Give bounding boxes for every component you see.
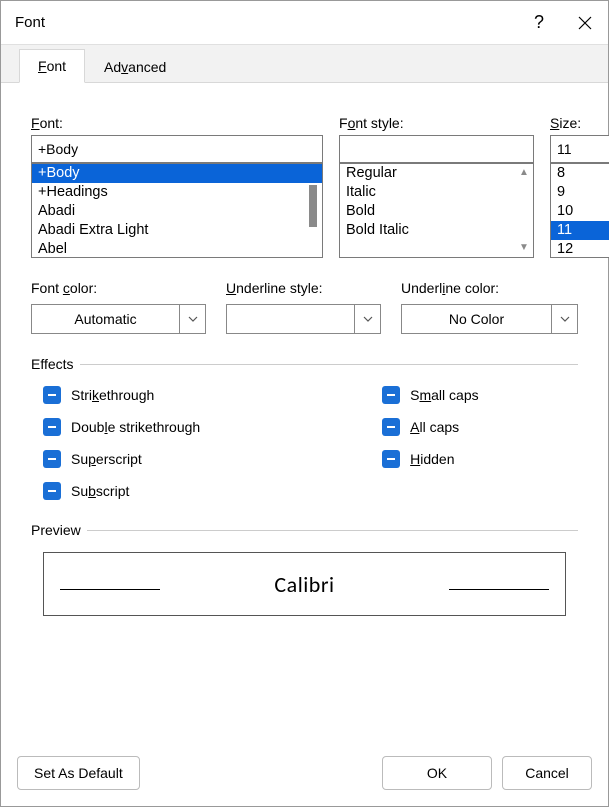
dialog-footer: Set As Default OK Cancel: [1, 744, 608, 806]
list-item[interactable]: Abadi Extra Light: [32, 221, 322, 240]
chevron-down-icon: [354, 305, 380, 333]
list-item[interactable]: +Headings: [32, 183, 322, 202]
underline-style-combo[interactable]: [226, 304, 381, 334]
checkbox-indeterminate-icon: [382, 418, 400, 436]
list-item[interactable]: +Body: [32, 164, 322, 183]
scrollbar-thumb[interactable]: [309, 185, 317, 227]
font-style-label: Font style:: [339, 115, 534, 131]
checkbox-indeterminate-icon: [43, 386, 61, 404]
checkbox-indeterminate-icon: [43, 450, 61, 468]
chevron-down-icon: [551, 305, 577, 333]
hidden-checkbox[interactable]: Hidden: [382, 450, 578, 468]
underline-color-combo[interactable]: No Color: [401, 304, 578, 334]
scroll-up-icon[interactable]: ▲: [519, 168, 529, 178]
font-style-input[interactable]: [339, 135, 534, 163]
tab-font[interactable]: Font: [19, 49, 85, 83]
list-item[interactable]: Regular: [340, 164, 533, 183]
font-label: Font:: [31, 115, 323, 131]
list-item[interactable]: 11: [551, 221, 609, 240]
close-button[interactable]: [562, 1, 608, 45]
effects-title: Effects: [31, 356, 74, 372]
list-item[interactable]: 9: [551, 183, 609, 202]
preview-title: Preview: [31, 522, 81, 538]
dialog-content: Font: +Body +Headings Abadi Abadi Extra …: [1, 83, 608, 744]
cancel-button[interactable]: Cancel: [502, 756, 592, 790]
checkbox-indeterminate-icon: [382, 450, 400, 468]
preview-group: Preview Calibri: [31, 522, 578, 616]
double-strikethrough-checkbox[interactable]: Double strikethrough: [43, 418, 370, 436]
all-caps-checkbox[interactable]: All caps: [382, 418, 578, 436]
font-color-combo[interactable]: Automatic: [31, 304, 206, 334]
preview-box: Calibri: [43, 552, 566, 616]
help-icon: ?: [534, 12, 544, 33]
size-input[interactable]: [550, 135, 609, 163]
style-scrollbar[interactable]: ▲ ▼: [515, 164, 533, 257]
list-item[interactable]: Bold Italic: [340, 221, 533, 240]
superscript-checkbox[interactable]: Superscript: [43, 450, 370, 468]
titlebar: Font ?: [1, 1, 608, 45]
scroll-down-icon[interactable]: ▼: [519, 243, 529, 253]
effects-group: Effects Strikethrough Double strikethrou…: [31, 356, 578, 500]
tab-strip: Font Advanced: [1, 45, 608, 83]
list-item[interactable]: 8: [551, 164, 609, 183]
size-listbox[interactable]: 8 9 10 11 12: [550, 163, 609, 258]
dialog-title: Font: [15, 14, 516, 31]
tab-advanced[interactable]: Advanced: [85, 50, 185, 83]
size-label: Size:: [550, 115, 609, 131]
ok-button[interactable]: OK: [382, 756, 492, 790]
list-item[interactable]: Abadi: [32, 202, 322, 221]
chevron-down-icon: [179, 305, 205, 333]
checkbox-indeterminate-icon: [43, 418, 61, 436]
preview-sample: Calibri: [274, 571, 334, 598]
checkbox-indeterminate-icon: [43, 482, 61, 500]
font-style-listbox[interactable]: Regular Italic Bold Bold Italic ▲ ▼: [339, 163, 534, 258]
font-listbox[interactable]: +Body +Headings Abadi Abadi Extra Light …: [31, 163, 323, 258]
subscript-checkbox[interactable]: Subscript: [43, 482, 370, 500]
font-scrollbar[interactable]: [304, 164, 322, 257]
underline-color-value: No Color: [402, 311, 551, 327]
list-item[interactable]: Abel: [32, 240, 322, 258]
list-item[interactable]: 12: [551, 240, 609, 258]
set-as-default-button[interactable]: Set As Default: [17, 756, 140, 790]
small-caps-checkbox[interactable]: Small caps: [382, 386, 578, 404]
font-input[interactable]: [31, 135, 323, 163]
checkbox-indeterminate-icon: [382, 386, 400, 404]
font-color-label: Font color:: [31, 280, 206, 296]
help-button[interactable]: ?: [516, 1, 562, 45]
close-icon: [578, 16, 592, 30]
underline-color-label: Underline color:: [401, 280, 578, 296]
strikethrough-checkbox[interactable]: Strikethrough: [43, 386, 370, 404]
list-item[interactable]: Bold: [340, 202, 533, 221]
list-item[interactable]: 10: [551, 202, 609, 221]
list-item[interactable]: Italic: [340, 183, 533, 202]
underline-style-label: Underline style:: [226, 280, 381, 296]
font-color-value: Automatic: [32, 311, 179, 327]
